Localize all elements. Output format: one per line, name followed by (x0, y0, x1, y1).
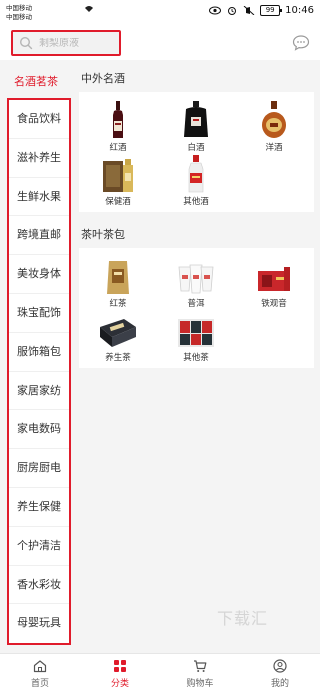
product-health-wine[interactable]: 保健酒 (79, 154, 157, 208)
clock-label: 10:46 (285, 5, 314, 16)
message-icon[interactable] (292, 34, 310, 52)
section-title-liquor: 中外名酒 (81, 72, 125, 85)
sidebar-item[interactable]: 厨房厨电 (9, 449, 69, 488)
product-label: 其他酒 (183, 197, 209, 207)
health-wine-box-icon (103, 159, 133, 192)
status-bar: 中国移动 中国移动 99 10:46 (0, 0, 320, 26)
nav-category[interactable]: 分类 (80, 654, 160, 694)
product-label: 保健酒 (105, 197, 131, 207)
baijiu-bottle-icon (184, 101, 208, 137)
health-tea-box-icon (100, 319, 136, 347)
sidebar-item[interactable]: 养生保健 (9, 488, 69, 527)
product-other-tea[interactable]: 其他茶 (157, 310, 235, 364)
watermark-logo: 下载汇 (217, 609, 269, 628)
other-tea-packs-icon (178, 319, 214, 347)
product-label: 洋酒 (265, 143, 283, 153)
sidebar-item[interactable]: 美妆身体 (9, 255, 69, 294)
wifi-icon (85, 6, 93, 12)
black-tea-bag-icon (107, 261, 129, 294)
eye-icon (209, 6, 222, 15)
nav-profile[interactable]: 我的 (240, 654, 320, 694)
product-cognac[interactable]: 洋酒 (235, 100, 313, 154)
sidebar-item-active[interactable]: 名酒茗茶 (0, 68, 72, 96)
sidebar-item[interactable]: 母婴玩具 (9, 604, 69, 643)
product-health-tea[interactable]: 养生茶 (79, 310, 157, 364)
product-tieguanyin[interactable]: 铁观音 (235, 256, 313, 310)
sidebar-item[interactable]: 滋补养生 (9, 139, 69, 178)
tea-panel: 红茶 普洱 铁观音 养生茶 其他茶 (79, 248, 314, 368)
net-speed-label (84, 5, 94, 15)
tieguanyin-box-icon (258, 267, 290, 291)
sidebar-item[interactable]: 跨境直邮 (9, 216, 69, 256)
product-puer[interactable]: 普洱 (157, 256, 235, 310)
sidebar-item[interactable]: 食品饮料 (9, 100, 69, 139)
other-liquor-bottle-icon (188, 155, 204, 193)
category-grid-icon (114, 660, 126, 672)
search-bar[interactable] (11, 30, 121, 56)
puer-tea-cups-icon (178, 264, 214, 294)
status-right: 99 10:46 (209, 5, 314, 16)
sidebar-item[interactable]: 个护清洁 (9, 527, 69, 566)
liquor-panel: 红酒 白酒 洋酒 保健酒 其他酒 (79, 92, 314, 212)
mute-icon (243, 6, 255, 15)
home-icon (33, 660, 47, 673)
category-content: 中外名酒 红酒 白酒 洋酒 保健酒 其他酒 茶叶茶包 红茶 普洱 铁观音 养生茶… (79, 60, 314, 368)
red-wine-bottle-icon (113, 101, 123, 138)
sidebar-item[interactable]: 珠宝配饰 (9, 294, 69, 333)
bottom-nav: 首页 分类 购物车 我的 (0, 653, 320, 694)
product-label: 白酒 (187, 143, 205, 153)
nav-home[interactable]: 首页 (0, 654, 80, 694)
category-sidebar: 名酒茗茶 食品饮料 滋补养生 生鲜水果 跨境直邮 美妆身体 珠宝配饰 服饰箱包 … (0, 60, 72, 653)
nav-cart[interactable]: 购物车 (160, 654, 240, 694)
sidebar-item[interactable]: 服饰箱包 (9, 333, 69, 372)
product-label: 铁观音 (261, 299, 287, 309)
product-baijiu[interactable]: 白酒 (157, 100, 235, 154)
product-label: 红茶 (109, 299, 127, 309)
cart-icon (194, 660, 207, 672)
product-label: 红酒 (109, 143, 127, 153)
search-icon (19, 36, 33, 50)
product-other-liquor[interactable]: 其他酒 (157, 154, 235, 208)
section-title-tea: 茶叶茶包 (81, 228, 125, 241)
nav-category-label: 分类 (110, 679, 129, 689)
sidebar-item[interactable]: 香水彩妆 (9, 566, 69, 605)
product-red-wine[interactable]: 红酒 (79, 100, 157, 154)
search-header (0, 26, 320, 60)
product-label: 其他茶 (183, 353, 209, 363)
category-list: 食品饮料 滋补养生 生鲜水果 跨境直邮 美妆身体 珠宝配饰 服饰箱包 家居家纺 … (7, 98, 71, 645)
nav-home-label: 首页 (30, 679, 49, 689)
search-input[interactable] (39, 37, 111, 49)
alarm-icon (228, 7, 237, 15)
battery-icon: 99 (260, 5, 283, 16)
product-label: 普洱 (187, 299, 205, 309)
sidebar-item[interactable]: 生鲜水果 (9, 178, 69, 217)
product-label: 养生茶 (105, 353, 131, 363)
sidebar-item[interactable]: 家电数码 (9, 410, 69, 450)
product-black-tea[interactable]: 红茶 (79, 256, 157, 310)
sidebar-item[interactable]: 家居家纺 (9, 372, 69, 411)
profile-icon (273, 659, 287, 673)
nav-profile-label: 我的 (270, 679, 289, 689)
cognac-bottle-icon (262, 101, 286, 138)
carrier-2-label: 中国移动 (6, 13, 32, 21)
nav-cart-label: 购物车 (186, 679, 214, 689)
carrier-1-label: 中国移动 (6, 4, 32, 12)
